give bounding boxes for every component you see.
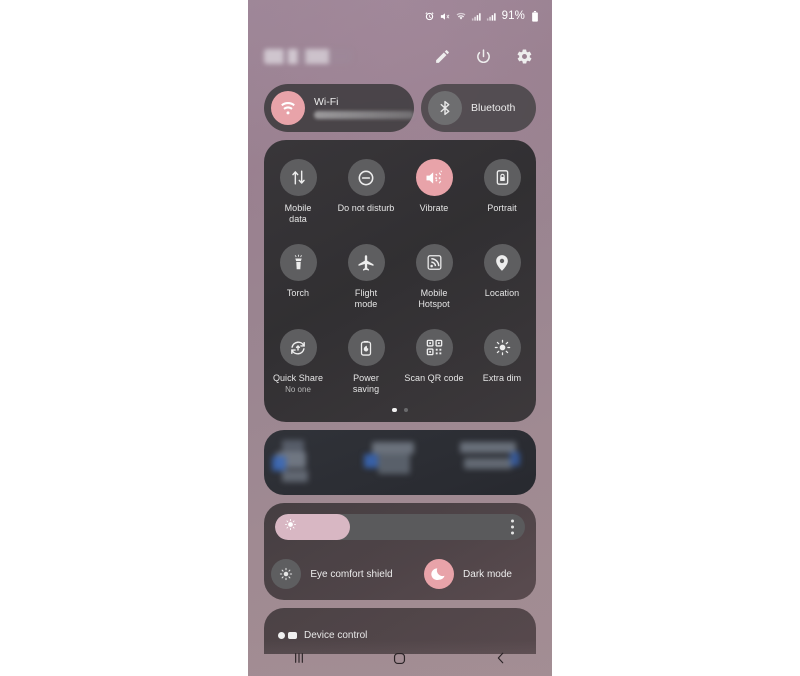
- brightness-slider[interactable]: [275, 514, 525, 540]
- tile-label: Quick Share: [272, 373, 324, 383]
- tile-label-line2: data: [289, 214, 307, 224]
- battery-percentage: 91%: [501, 10, 525, 22]
- brightness-card: Eye comfort shield Dark mode: [264, 503, 536, 600]
- display-mode-row: Eye comfort shield Dark mode: [264, 551, 536, 597]
- alarm-icon: [424, 11, 435, 22]
- mute-icon: [439, 11, 451, 22]
- wifi-network-redacted: [314, 111, 414, 120]
- tile-mobile-hotspot[interactable]: Mobile Hotspot: [400, 235, 468, 320]
- tile-portrait[interactable]: Portrait: [468, 150, 536, 235]
- tile-label-line2: saving: [352, 384, 380, 394]
- connection-pills: Wi-Fi Bluetooth: [264, 84, 536, 132]
- screenshot-canvas: 91% Wi-Fi Bluetooth Mobile data Do not d…: [0, 0, 800, 676]
- navigation-bar: [248, 640, 552, 676]
- mobile-data-icon: [279, 159, 317, 196]
- tile-do-not-disturb[interactable]: Do not disturb: [332, 150, 400, 235]
- settings-icon[interactable]: [515, 47, 534, 66]
- hotspot-icon: [415, 244, 453, 281]
- do-not-disturb-icon: [347, 159, 385, 196]
- power-icon[interactable]: [474, 47, 493, 66]
- header-actions: [433, 47, 534, 66]
- home-button[interactable]: [377, 645, 423, 671]
- wifi-tile[interactable]: Wi-Fi: [264, 84, 414, 132]
- quick-settings-row: Quick Share No one Power saving Scan QR …: [264, 320, 536, 405]
- quick-settings-row: Mobile data Do not disturb Vibrate Portr…: [264, 150, 536, 235]
- signal-sim2-icon: [486, 11, 497, 22]
- carrier-title-redacted: [264, 48, 352, 64]
- vibrate-icon: [415, 159, 453, 196]
- recents-button[interactable]: [276, 645, 322, 671]
- eye-comfort-shield-toggle[interactable]: Eye comfort shield: [264, 559, 400, 589]
- extra-dim-icon: [483, 329, 521, 366]
- wifi-icon: [455, 11, 467, 22]
- tile-mobile-data[interactable]: Mobile data: [264, 150, 332, 235]
- page-indicator: [264, 407, 536, 412]
- tile-label: Flight: [354, 288, 378, 298]
- tile-label: Do not disturb: [337, 203, 395, 213]
- page-dot-1[interactable]: [392, 407, 397, 412]
- bluetooth-label: Bluetooth: [471, 102, 516, 114]
- torch-icon: [279, 244, 317, 281]
- tile-label: Torch: [286, 288, 310, 298]
- dark-mode-toggle[interactable]: Dark mode: [400, 559, 536, 589]
- tile-power-saving[interactable]: Power saving: [332, 320, 400, 405]
- tile-scan-qr-code[interactable]: Scan QR code: [400, 320, 468, 405]
- quick-settings-grid: Mobile data Do not disturb Vibrate Portr…: [264, 150, 536, 405]
- bluetooth-tile[interactable]: Bluetooth: [421, 84, 536, 132]
- tile-label: Mobile: [284, 203, 312, 213]
- tile-location[interactable]: Location: [468, 235, 536, 320]
- tile-flight-mode[interactable]: Flight mode: [332, 235, 400, 320]
- dark-mode-label: Dark mode: [463, 568, 512, 580]
- eye-comfort-shield-label: Eye comfort shield: [310, 568, 393, 580]
- panel-header: [248, 38, 552, 74]
- battery-icon: [531, 10, 539, 22]
- wifi-label: Wi-Fi: [314, 95, 339, 108]
- location-pin-icon: [483, 244, 521, 281]
- tile-label-line2: mode: [354, 299, 378, 309]
- back-button[interactable]: [478, 645, 524, 671]
- tile-label: Vibrate: [419, 203, 449, 213]
- signal-sim1-icon: [471, 11, 482, 22]
- device-control-icon: [278, 632, 297, 639]
- tile-label: Portrait: [487, 203, 517, 213]
- tile-sublabel: No one: [285, 385, 311, 394]
- tile-label-line2: Hotspot: [418, 299, 450, 309]
- brightness-icon: [284, 518, 297, 536]
- tile-label: Extra dim: [482, 373, 522, 383]
- bluetooth-text: Bluetooth: [471, 102, 515, 114]
- tile-torch[interactable]: Torch: [264, 235, 332, 320]
- tile-vibrate[interactable]: Vibrate: [400, 150, 468, 235]
- tile-label: Power: [353, 373, 379, 383]
- media-card-redacted[interactable]: [264, 430, 536, 495]
- moon-icon: [424, 559, 455, 589]
- edit-icon[interactable]: [433, 47, 452, 66]
- page-dot-2[interactable]: [403, 407, 408, 412]
- tile-quick-share[interactable]: Quick Share No one: [264, 320, 332, 405]
- power-saving-icon: [347, 329, 385, 366]
- wifi-icon: [271, 91, 305, 125]
- tile-extra-dim[interactable]: Extra dim: [468, 320, 536, 405]
- brightness-slider-fill: [275, 514, 350, 540]
- qr-code-icon: [415, 329, 453, 366]
- more-vertical-icon[interactable]: [511, 519, 514, 535]
- eye-comfort-icon: [271, 559, 302, 589]
- tile-label: Location: [484, 288, 520, 298]
- tile-label: Scan QR code: [404, 373, 464, 383]
- quick-share-icon: [279, 329, 317, 366]
- status-bar: 91%: [248, 0, 552, 32]
- quick-settings-panel: Mobile data Do not disturb Vibrate Portr…: [264, 140, 536, 422]
- bluetooth-icon: [428, 91, 462, 125]
- wifi-text: Wi-Fi: [314, 97, 414, 120]
- tile-label: Mobile: [420, 288, 448, 298]
- phone-screen: 91% Wi-Fi Bluetooth Mobile data Do not d…: [248, 0, 552, 676]
- quick-settings-row: Torch Flight mode Mobile Hotspot Locatio…: [264, 235, 536, 320]
- airplane-icon: [347, 244, 385, 281]
- rotation-lock-icon: [483, 159, 521, 196]
- media-blur-overlay: [264, 430, 536, 495]
